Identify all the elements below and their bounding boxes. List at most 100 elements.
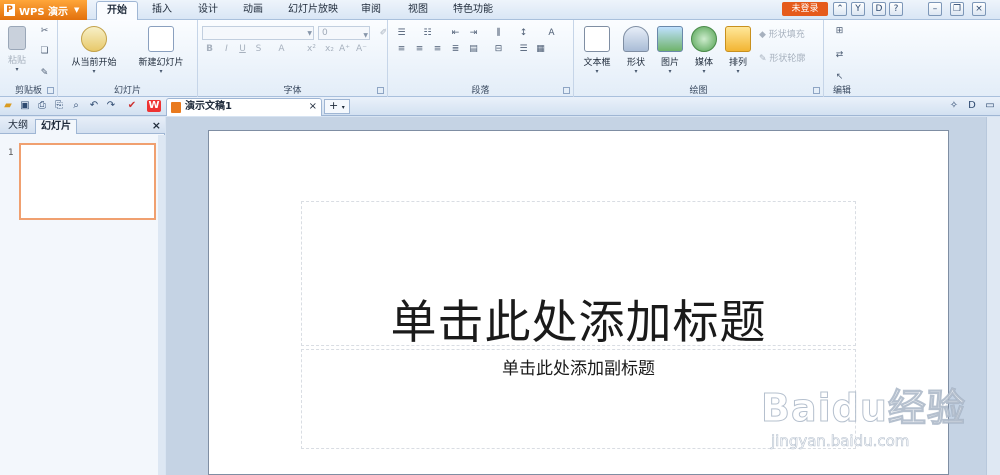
italic-icon[interactable]: I [219, 42, 234, 56]
picture-button[interactable]: 图片 ▾ [656, 26, 684, 75]
drawing-launcher-icon[interactable] [813, 87, 820, 94]
font-name-select[interactable]: ▼ [202, 26, 314, 40]
shapes-button[interactable]: 形状 ▾ [622, 26, 650, 75]
select-icon[interactable]: ↖ [832, 70, 847, 84]
tab-special-features[interactable]: 特色功能 [446, 1, 500, 20]
font-size-select[interactable]: 0 ▼ [318, 26, 370, 40]
close-window-icon[interactable]: × [972, 2, 986, 16]
increase-indent-icon[interactable]: ⇥ [466, 26, 481, 40]
columns-icon[interactable]: ⫼ [491, 26, 506, 40]
tab-view[interactable]: 视图 [400, 1, 436, 20]
format-painter-icon[interactable]: ✎ [37, 66, 52, 80]
collapse-ribbon-icon[interactable]: ⌃ [833, 2, 847, 16]
picture-label: 图片 [660, 58, 679, 68]
shrink-font-icon[interactable]: A⁻ [354, 42, 369, 56]
feedback-icon[interactable]: D [872, 2, 886, 16]
copy-icon[interactable]: ❏ [37, 44, 52, 58]
tab-animation[interactable]: 动画 [235, 1, 271, 20]
layout-icon[interactable]: ▭ [984, 100, 996, 112]
help-icon[interactable]: ? [889, 2, 903, 16]
app-menu-button[interactable]: P WPS 演示 ▼ [0, 0, 87, 20]
bullets-icon[interactable]: ☰ [394, 26, 409, 40]
edit-group-label: 编辑 [832, 86, 851, 96]
replace-icon[interactable]: ⇄ [832, 48, 847, 62]
numbering-icon[interactable]: ☷ [420, 26, 435, 40]
superscript-icon[interactable]: x² [304, 42, 319, 56]
grow-font-icon[interactable]: A⁺ [337, 42, 352, 56]
undo-icon[interactable]: ↶ [88, 100, 100, 112]
slide-thumbnail[interactable] [19, 143, 156, 220]
tab-slideshow[interactable]: 幻灯片放映 [282, 1, 344, 20]
customize-toolbar-icon[interactable]: ✔ [126, 100, 138, 112]
textbox-button[interactable]: 文本框 ▾ [580, 26, 614, 75]
cut-icon[interactable]: ✂ [37, 24, 52, 38]
login-badge[interactable]: 未登录 [782, 2, 828, 16]
document-tab[interactable]: 演示文稿1 × [166, 98, 322, 116]
clipboard-launcher-icon[interactable] [47, 87, 54, 94]
distribute-icon[interactable]: ▤ [466, 42, 481, 56]
chevron-down-icon: ▾ [668, 68, 672, 75]
app-menu-label: WPS 演示 [19, 6, 69, 18]
panel-scrollbar[interactable] [158, 135, 165, 475]
chevron-down-icon: ▼ [74, 6, 80, 14]
tab-start[interactable]: 开始 [96, 1, 138, 20]
slide-canvas[interactable]: 单击此处添加标题 单击此处添加副标题 [208, 130, 949, 475]
paragraph-spacing-icon[interactable]: ☰ [516, 42, 531, 56]
presentation-file-icon [171, 102, 181, 113]
chevron-down-icon: ▾ [634, 68, 638, 75]
decrease-indent-icon[interactable]: ⇤ [448, 26, 463, 40]
open-icon[interactable]: ▰ [2, 100, 14, 112]
paragraph-group-label: 段落 [471, 86, 490, 96]
tab-review[interactable]: 审阅 [353, 1, 389, 20]
shape-outline-icon: ✎ [759, 54, 770, 64]
underline-icon[interactable]: U [235, 42, 250, 56]
quick-access-toolbar: ▰ ▣ ⎙ ⎘ ⌕ ↶ ↷ ✔ W 演示文稿1 × + ▾ ✧ D ▭ [0, 97, 1000, 116]
smartart-icon[interactable]: ▦ [533, 42, 548, 56]
new-slide-button[interactable]: 新建幻灯片 ▾ [132, 26, 190, 75]
paste-button[interactable]: 粘贴 ▾ [3, 26, 31, 73]
close-tab-icon[interactable]: × [309, 99, 317, 115]
restore-icon[interactable]: ❐ [950, 2, 964, 16]
slide-editor: 单击此处添加标题 单击此处添加副标题 Baidu经验 jingyan.baidu… [166, 117, 1000, 475]
vertical-scrollbar[interactable] [986, 117, 1000, 475]
wps-online-icon[interactable]: W [147, 100, 161, 112]
title-placeholder[interactable]: 单击此处添加标题 [301, 201, 856, 349]
align-right-icon[interactable]: ≡ [430, 42, 445, 56]
minimize-icon[interactable]: – [928, 2, 942, 16]
skin-icon[interactable]: Y [851, 2, 865, 16]
justify-icon[interactable]: ≣ [448, 42, 463, 56]
shadow-icon[interactable]: S [251, 42, 266, 56]
print-icon[interactable]: ⎙ [36, 100, 48, 112]
line-spacing-icon[interactable]: ↕ [516, 26, 531, 40]
print-preview-icon[interactable]: ⎘ [53, 100, 65, 112]
subscript-icon[interactable]: x₂ [322, 42, 337, 56]
paragraph-launcher-icon[interactable] [563, 87, 570, 94]
align-center-icon[interactable]: ≡ [412, 42, 427, 56]
tab-insert[interactable]: 插入 [144, 1, 180, 20]
shape-fill-button[interactable]: ◆ 形状填充 [759, 27, 805, 40]
document-tab-title: 演示文稿1 [185, 101, 232, 112]
font-color-icon[interactable]: A [274, 42, 289, 56]
preview-icon[interactable]: ⌕ [70, 100, 82, 112]
play-from-current-button[interactable]: 从当前开始 ▾ [64, 26, 124, 75]
redo-icon[interactable]: ↷ [105, 100, 117, 112]
tab-outline[interactable]: 大纲 [3, 119, 33, 134]
new-tab-button[interactable]: + ▾ [324, 99, 350, 114]
doc-icon[interactable]: D [966, 100, 978, 112]
media-button[interactable]: 媒体 ▾ [690, 26, 718, 75]
bold-icon[interactable]: B [202, 42, 217, 56]
save-icon[interactable]: ▣ [19, 100, 31, 112]
tab-design[interactable]: 设计 [190, 1, 226, 20]
subtitle-placeholder[interactable]: 单击此处添加副标题 [301, 349, 856, 449]
font-launcher-icon[interactable] [377, 87, 384, 94]
pin-icon[interactable]: ✧ [948, 100, 960, 112]
text-direction-icon[interactable]: A [544, 26, 559, 40]
close-panel-icon[interactable]: × [152, 119, 161, 132]
clipboard-group: 粘贴 ▾ ✂ ❏ ✎ 剪贴板 [0, 20, 58, 97]
vertical-align-icon[interactable]: ⊟ [491, 42, 506, 56]
arrange-button[interactable]: 排列 ▾ [724, 26, 752, 75]
tab-slides[interactable]: 幻灯片 [35, 119, 77, 134]
find-icon[interactable]: ⊞ [832, 24, 847, 38]
shape-outline-button[interactable]: ✎ 形状轮廓 [759, 51, 805, 64]
align-left-icon[interactable]: ≡ [394, 42, 409, 56]
